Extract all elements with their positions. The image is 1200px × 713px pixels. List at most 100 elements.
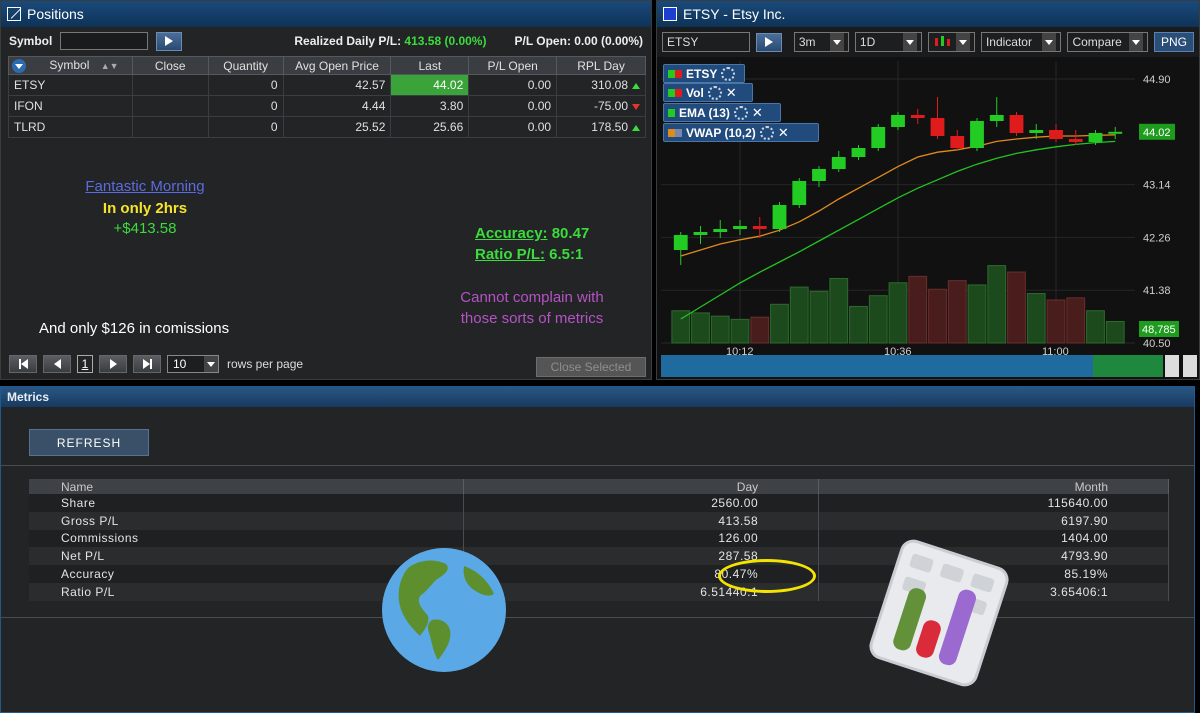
indicator-select[interactable]: Indicator	[980, 32, 1062, 52]
col-quantity[interactable]: Quantity	[207, 56, 284, 75]
metric-day: 126.00	[463, 529, 820, 548]
chart-titlebar: ETSY - Etsy Inc.	[657, 1, 1199, 27]
cell-quantity: 0	[207, 116, 284, 138]
annotation-in-only: In only 2hrs	[102, 200, 188, 217]
close-selected-button[interactable]: Close Selected	[536, 357, 646, 377]
volume-bar	[987, 265, 1007, 344]
close-icon[interactable]: ✕	[726, 85, 737, 101]
chevron-down-icon	[1128, 33, 1143, 51]
gear-icon[interactable]	[707, 85, 722, 100]
symbol-input[interactable]	[60, 32, 149, 50]
candle-body	[752, 226, 767, 229]
chart-go-button[interactable]	[756, 32, 782, 52]
col-last[interactable]: Last	[390, 56, 470, 75]
indicator-tag-ema[interactable]: EMA (13) ✕	[663, 103, 781, 122]
color-swatch	[675, 128, 682, 137]
first-page-button[interactable]	[9, 355, 37, 373]
pl-open-value: 0.00 (0.00%)	[574, 34, 643, 48]
prev-page-button[interactable]	[43, 355, 71, 373]
col-rpl-day[interactable]: RPL Day	[556, 56, 646, 75]
sort-icon[interactable]: ▲▼	[101, 61, 119, 71]
range-select[interactable]: 1D	[854, 32, 922, 52]
candle-body	[1108, 131, 1123, 134]
positions-titlebar: Positions	[1, 1, 651, 27]
candle-body	[1029, 130, 1044, 133]
color-swatch	[668, 108, 675, 117]
chart-type-select[interactable]	[927, 32, 975, 52]
color-swatch	[668, 128, 675, 137]
y-tick-label: 42.26	[1143, 232, 1171, 244]
cell-quantity: 0	[207, 74, 284, 96]
png-export-button[interactable]: PNG	[1153, 32, 1194, 52]
chart-window-icon	[663, 7, 677, 21]
table-row[interactable]: IFON 0 4.44 3.80 0.00 -75.00	[8, 95, 646, 117]
col-close[interactable]: Close	[131, 56, 209, 75]
candle-body	[851, 148, 866, 157]
gear-icon[interactable]	[721, 66, 736, 81]
volume-bar	[1086, 310, 1105, 344]
y-tick-label: 44.90	[1143, 74, 1171, 86]
candle-body	[970, 121, 984, 148]
cell-last: 44.02	[390, 74, 470, 96]
cell-pl-open: 0.00	[468, 74, 558, 96]
color-swatch	[675, 69, 682, 78]
volume-bar	[868, 295, 888, 344]
pagination: 1 10 rows per page	[9, 355, 303, 373]
col-name[interactable]: Name	[29, 479, 465, 494]
annotation-amount: +$413.58	[113, 220, 177, 237]
candle-body	[1009, 115, 1024, 133]
gear-icon[interactable]	[733, 105, 748, 120]
column-menu-icon[interactable]	[12, 58, 26, 73]
calculator-chart-icon	[869, 539, 1009, 687]
col-avg-open-price[interactable]: Avg Open Price	[282, 56, 392, 75]
volume-bar	[1007, 271, 1026, 344]
metric-month: 115640.00	[818, 494, 1169, 512]
col-pl-open[interactable]: P/L Open	[468, 56, 558, 75]
metrics-title: Metrics	[1, 387, 1194, 407]
indicator-tag-etsy[interactable]: ETSY	[663, 64, 745, 83]
chart-symbol-input[interactable]: ETSY	[662, 32, 751, 52]
annotation-accuracy: Accuracy: 80.47	[475, 225, 590, 242]
refresh-button[interactable]: REFRESH	[29, 429, 149, 456]
candle-body	[831, 157, 846, 169]
edit-icon[interactable]	[7, 7, 21, 21]
realized-value: 413.58 (0.00%)	[404, 34, 487, 48]
volume-bar	[967, 284, 987, 344]
gear-icon[interactable]	[759, 125, 774, 140]
candle-body	[772, 205, 787, 229]
next-page-button[interactable]	[99, 355, 127, 373]
table-row[interactable]: ETSY 0 42.57 44.02 0.00 310.08	[8, 74, 646, 96]
candle-body	[930, 118, 945, 136]
page-number[interactable]: 1	[77, 355, 93, 373]
cell-avg-open: 42.57	[282, 74, 392, 96]
indicator-tag-vwap[interactable]: VWAP (10,2) ✕	[663, 123, 819, 142]
metric-month: 6197.90	[818, 511, 1169, 530]
candle-body	[1068, 139, 1083, 142]
col-day[interactable]: Day	[463, 479, 820, 494]
symbol-go-button[interactable]	[156, 31, 183, 51]
interval-select[interactable]: 3m	[793, 32, 849, 52]
col-symbol[interactable]: Symbol ▲▼	[8, 56, 133, 75]
indicator-tag-vol[interactable]: Vol ✕	[663, 83, 753, 102]
col-month[interactable]: Month	[818, 479, 1169, 494]
close-icon[interactable]: ✕	[778, 125, 789, 141]
compare-select[interactable]: Compare	[1067, 32, 1148, 52]
positions-header-row: Symbol ▲▼ Close Quantity Avg Open Price …	[8, 56, 646, 75]
scroll-right-button	[1183, 355, 1197, 377]
volume-bar	[1066, 297, 1086, 344]
symbol-label: Symbol	[9, 34, 53, 48]
candle-body	[812, 169, 826, 181]
pl-open-summary: P/L Open: 0.00 (0.00%)	[514, 34, 643, 48]
rows-per-page-select[interactable]: 10	[167, 355, 219, 373]
volume-bar	[928, 288, 947, 344]
annotation-fantastic-morning: Fantastic Morning	[85, 178, 205, 195]
table-row[interactable]: TLRD 0 25.52 25.66 0.00 178.50	[8, 116, 646, 138]
cell-last: 25.66	[390, 116, 470, 138]
metric-name: Gross P/L	[29, 511, 465, 530]
cell-rpl-day: -75.00	[556, 95, 646, 117]
chevron-down-icon	[1042, 33, 1057, 51]
close-icon[interactable]: ✕	[752, 105, 763, 121]
table-row: Gross P/L 413.58 6197.90	[29, 511, 1169, 530]
volume-bar	[710, 315, 730, 344]
last-page-button[interactable]	[133, 355, 161, 373]
